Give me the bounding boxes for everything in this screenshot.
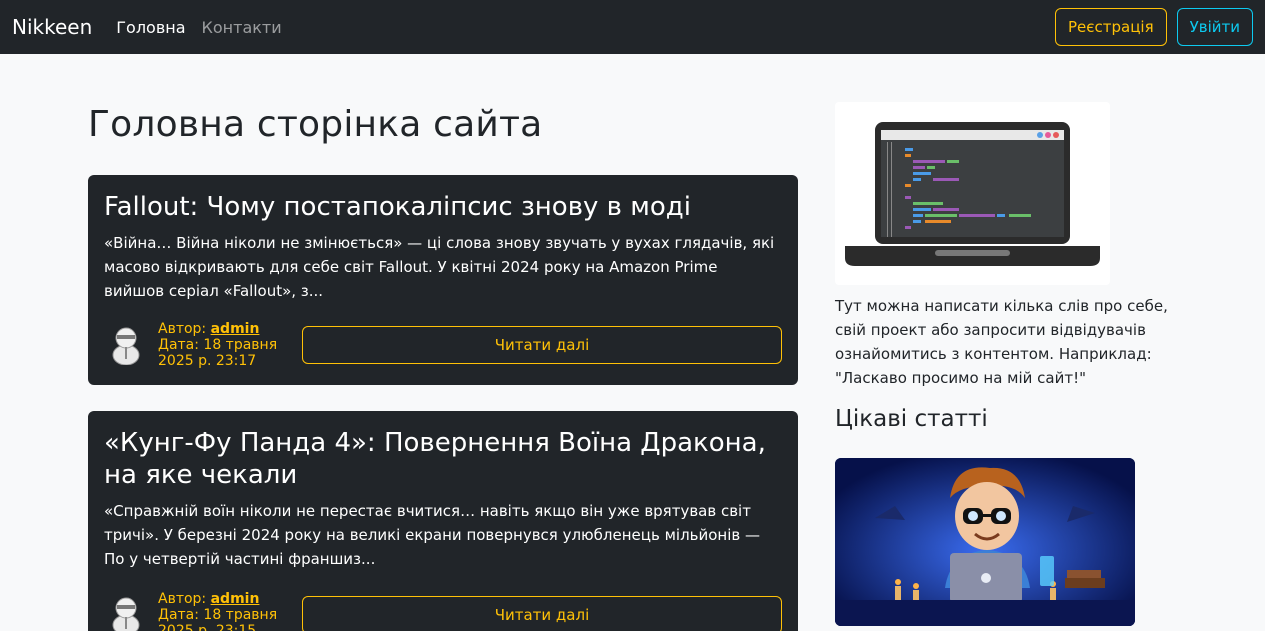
- post-footer: Автор: admin Дата: 18 травня 2025 р. 23:…: [104, 321, 782, 369]
- about-text: Тут можна написати кілька слів про себе,…: [835, 297, 1168, 387]
- post-excerpt: «Справжній воїн ніколи не перестає вчити…: [104, 502, 761, 568]
- post-footer: Автор: admin Дата: 18 травня 2025 р. 23:…: [104, 591, 782, 631]
- login-button[interactable]: Увійти: [1176, 8, 1253, 46]
- register-button[interactable]: Реєстрація: [1055, 8, 1167, 46]
- read-more-button[interactable]: Читати далі: [302, 596, 782, 631]
- post-card: «Кунг-Фу Панда 4»: Повернення Воїна Драк…: [88, 411, 798, 631]
- post-title: Fallout: Чому постапокаліпсис знову в мо…: [104, 192, 691, 222]
- post-date: Дата: 18 травня 2025 р. 23:17: [158, 337, 278, 369]
- top-navbar: Nikkeen Головна Контакти Реєстрація Увій…: [0, 0, 1265, 54]
- article-thumbnail-image[interactable]: [835, 458, 1135, 626]
- post-excerpt: «Війна… Війна ніколи не змінюється» — ці…: [104, 234, 775, 300]
- interesting-articles-heading: Цікаві статті: [835, 406, 988, 432]
- author-label: Автор:: [158, 591, 207, 607]
- post-date: Дата: 18 травня 2025 р. 23:15: [158, 607, 278, 631]
- post-title: «Кунг-Фу Панда 4»: Повернення Воїна Драк…: [104, 428, 766, 490]
- post-meta: Автор: admin Дата: 18 травня 2025 р. 23:…: [158, 591, 288, 631]
- author-link[interactable]: admin: [211, 591, 260, 607]
- nav-link-home[interactable]: Головна: [116, 18, 185, 37]
- read-more-button[interactable]: Читати далі: [302, 326, 782, 364]
- auth-buttons: Реєстрація Увійти: [1055, 8, 1253, 46]
- post-card: Fallout: Чому постапокаліпсис знову в мо…: [88, 175, 798, 385]
- author-avatar-icon: [104, 592, 148, 631]
- author-avatar-icon: [104, 322, 148, 368]
- laptop-code-illustration: [835, 102, 1110, 285]
- page-title: Головна сторінка сайта: [88, 104, 543, 145]
- author-link[interactable]: admin: [211, 321, 260, 337]
- post-meta: Автор: admin Дата: 18 травня 2025 р. 23:…: [158, 321, 288, 369]
- nav-link-contacts[interactable]: Контакти: [202, 18, 282, 37]
- author-label: Автор:: [158, 321, 207, 337]
- brand-logo[interactable]: Nikkeen: [12, 15, 92, 39]
